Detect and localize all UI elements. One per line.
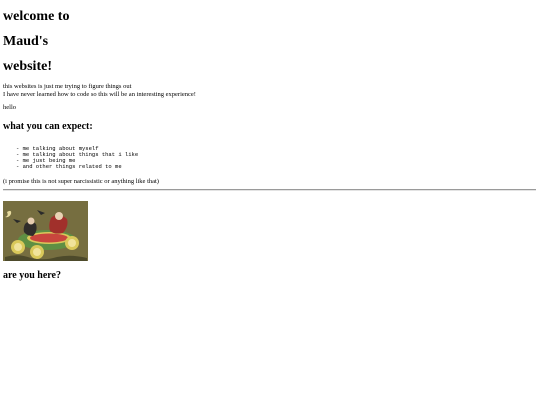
intro-line-1: this websites is just me trying to figur… — [3, 83, 132, 90]
welcome-heading-line-1: welcome to — [3, 9, 70, 24]
horizontal-divider — [3, 189, 536, 191]
expect-heading: what you can expect: — [3, 121, 93, 132]
list-item: - and other things related to me — [16, 163, 122, 170]
welcome-heading-line-2: Maud's — [3, 34, 49, 49]
question-heading: are you here? — [3, 270, 61, 281]
welcome-heading-line-3: website! — [3, 59, 52, 74]
intro-line-2: I have never learned how to code so this… — [3, 91, 196, 98]
expect-list: - me talking about myself - me talking a… — [16, 146, 138, 170]
watermelon-car-image — [3, 201, 88, 261]
promise-text: (i promise this is not super narcissisti… — [3, 178, 159, 185]
page: welcome to Maud's website! this websites… — [0, 0, 540, 405]
hello-text: hello — [3, 104, 16, 111]
